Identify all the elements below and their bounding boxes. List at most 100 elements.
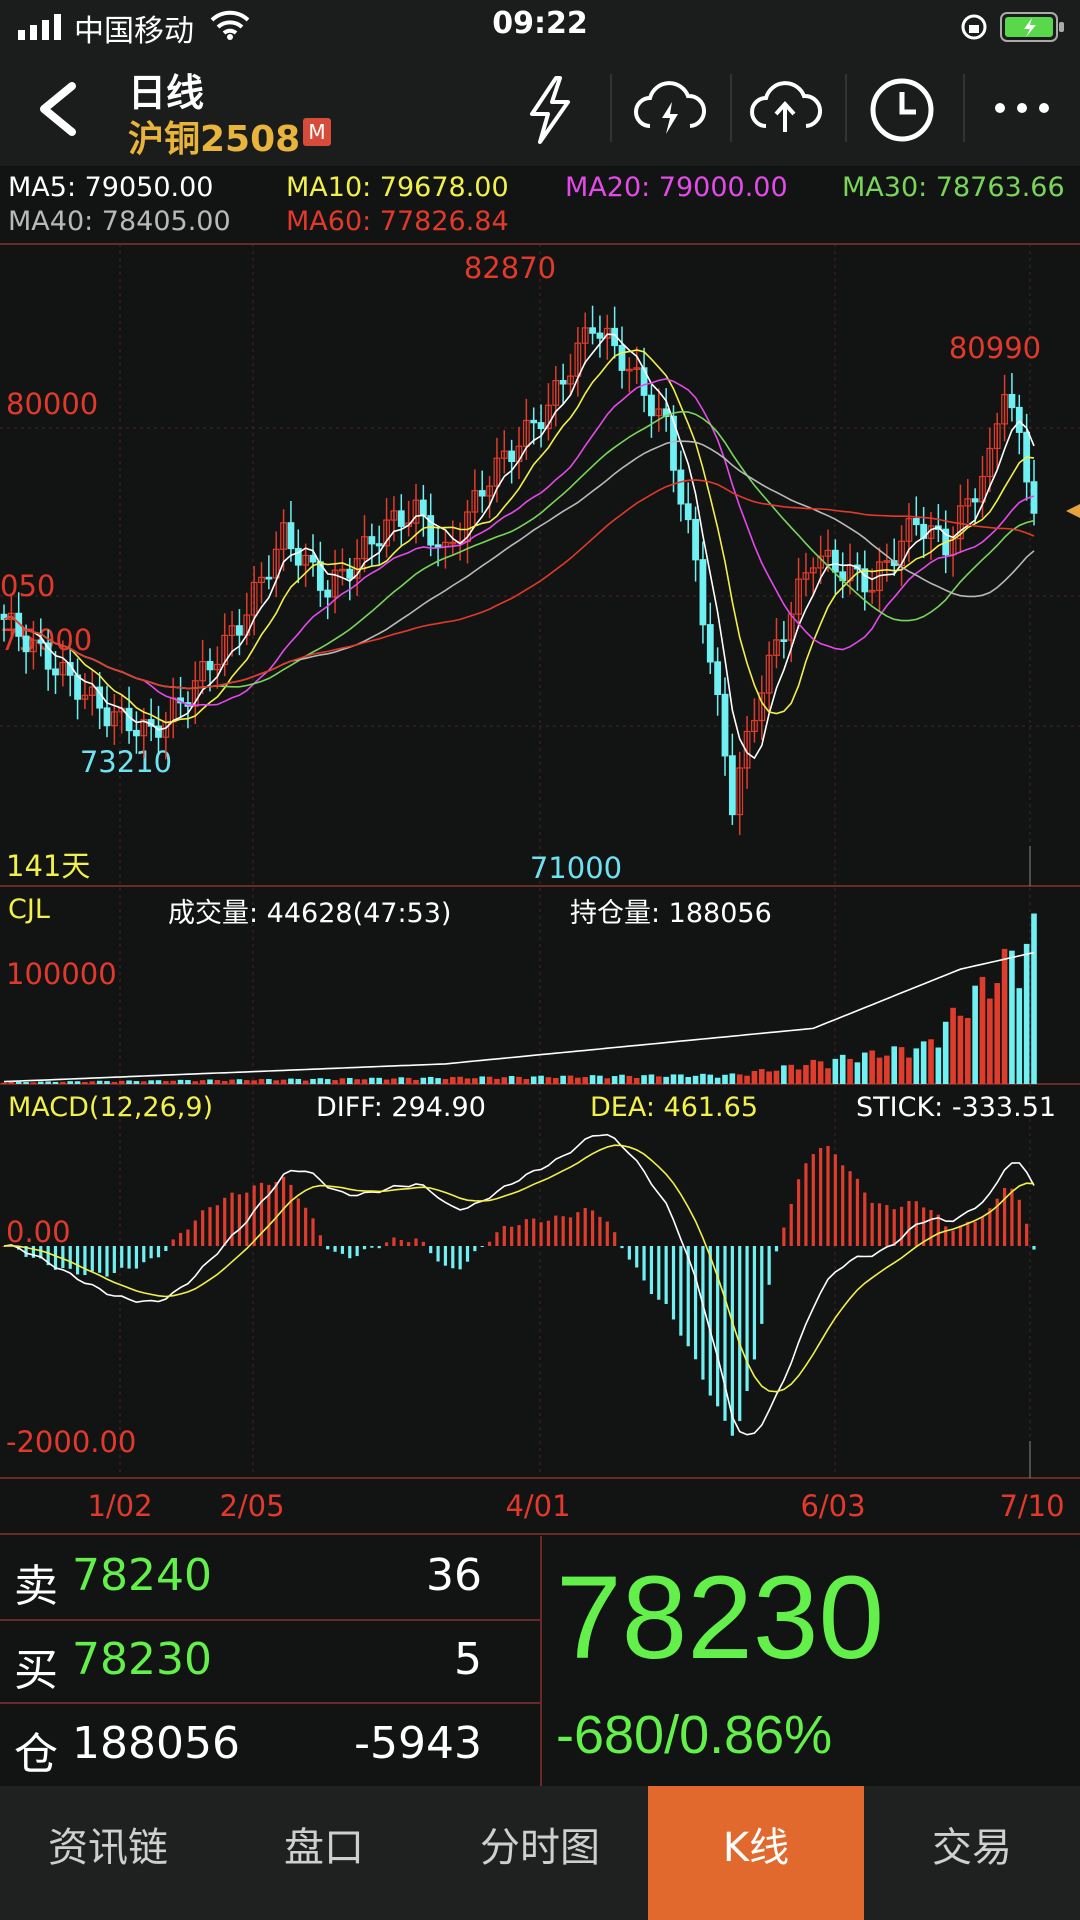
candle bbox=[831, 549, 839, 573]
y-axis-77050: 050 bbox=[0, 569, 55, 603]
macd-bar bbox=[892, 1209, 896, 1246]
macd-bar bbox=[980, 1216, 985, 1246]
macd-bar bbox=[958, 1225, 963, 1246]
macd-bar bbox=[75, 1246, 80, 1275]
volume-bar bbox=[339, 1078, 346, 1084]
volume-bar bbox=[413, 1079, 419, 1084]
macd-indicator-name[interactable]: MACD(12,26,9) bbox=[8, 1092, 213, 1123]
volume-bar bbox=[479, 1076, 486, 1084]
volume-bar bbox=[376, 1077, 383, 1084]
volume-bar bbox=[383, 1079, 390, 1084]
volume-bar bbox=[825, 1068, 831, 1084]
volume-bar bbox=[604, 1078, 611, 1084]
divider bbox=[0, 1702, 540, 1704]
macd-bar bbox=[193, 1220, 197, 1246]
macd-bar bbox=[377, 1246, 381, 1249]
macd-bar bbox=[186, 1229, 190, 1246]
sell-price[interactable]: 78240 bbox=[72, 1550, 212, 1601]
macd-bar bbox=[274, 1181, 278, 1246]
macd-bar bbox=[870, 1202, 874, 1246]
open-interest-change: -5943 bbox=[354, 1718, 482, 1769]
kline-chart[interactable]: 82870 80990 73210 71000 80000 050 75000 … bbox=[0, 166, 1080, 1536]
macd-bar bbox=[414, 1238, 418, 1246]
candle bbox=[559, 379, 567, 385]
cloud-lightning-icon[interactable] bbox=[632, 76, 706, 142]
macd-bar bbox=[811, 1154, 815, 1246]
macd-bar bbox=[841, 1165, 845, 1246]
tab-order-book[interactable]: 盘口 bbox=[216, 1786, 432, 1920]
candle bbox=[419, 499, 427, 517]
candle bbox=[618, 344, 626, 371]
volume-bar bbox=[420, 1077, 427, 1084]
macd-bar bbox=[480, 1246, 484, 1247]
macd-bar bbox=[142, 1246, 146, 1263]
macd-bar bbox=[877, 1203, 882, 1246]
volume-bar bbox=[538, 1075, 544, 1084]
clock-icon[interactable] bbox=[868, 76, 936, 144]
macd-bar bbox=[738, 1246, 742, 1422]
macd-bar bbox=[61, 1246, 65, 1268]
volume-indicator-name[interactable]: CJL bbox=[8, 894, 50, 925]
volume-bar bbox=[736, 1074, 743, 1084]
more-icon[interactable] bbox=[990, 98, 1054, 118]
macd-bar bbox=[252, 1185, 256, 1246]
contract-name[interactable]: 沪铜2508 bbox=[128, 110, 300, 162]
volume-bar bbox=[773, 1070, 780, 1084]
macd-bar bbox=[215, 1205, 219, 1246]
macd-bar bbox=[583, 1208, 587, 1246]
macd-bar bbox=[554, 1215, 558, 1246]
volume-bar bbox=[781, 1065, 787, 1084]
tab-trade[interactable]: 交易 bbox=[864, 1786, 1080, 1920]
macd-bar bbox=[767, 1246, 771, 1285]
tab-intraday[interactable]: 分时图 bbox=[432, 1786, 648, 1920]
tab-news-chain[interactable]: 资讯链 bbox=[0, 1786, 216, 1920]
volume-bar bbox=[545, 1077, 552, 1084]
volume-bar bbox=[361, 1079, 368, 1084]
volume-bar bbox=[898, 1047, 905, 1084]
macd-bar bbox=[774, 1246, 779, 1252]
macd-bar bbox=[83, 1246, 87, 1276]
macd-bar bbox=[333, 1246, 337, 1252]
macd-bar bbox=[120, 1246, 124, 1268]
macd-bar bbox=[399, 1240, 403, 1246]
macd-bar bbox=[789, 1203, 793, 1246]
ma5-line bbox=[3, 333, 1035, 760]
volume-bar bbox=[23, 1082, 29, 1084]
macd-bar bbox=[281, 1176, 286, 1246]
volume-bar bbox=[1009, 950, 1015, 1084]
candle bbox=[728, 755, 736, 816]
cloud-upload-icon[interactable] bbox=[748, 76, 822, 142]
volume-bar bbox=[111, 1081, 118, 1084]
macd-bar bbox=[296, 1198, 300, 1246]
volume-bar bbox=[751, 1070, 758, 1084]
volume-bar bbox=[597, 1075, 603, 1084]
macd-bar bbox=[855, 1178, 860, 1246]
macd-bar bbox=[487, 1241, 492, 1246]
candle bbox=[780, 639, 788, 643]
candle bbox=[699, 559, 707, 626]
candle bbox=[648, 394, 655, 417]
macd-bar bbox=[701, 1246, 705, 1380]
back-icon[interactable] bbox=[32, 80, 82, 138]
lightning-icon[interactable] bbox=[520, 74, 580, 146]
volume-bar bbox=[942, 1021, 949, 1084]
volume-bar bbox=[177, 1079, 184, 1084]
macd-bar bbox=[966, 1221, 970, 1246]
macd-bar bbox=[90, 1246, 94, 1272]
macd-bar bbox=[752, 1246, 757, 1360]
volume-bar bbox=[744, 1075, 750, 1084]
candle bbox=[714, 661, 722, 695]
candle bbox=[74, 674, 81, 700]
volume-bar bbox=[405, 1077, 412, 1084]
volume-bar bbox=[795, 1069, 802, 1084]
volume-bar bbox=[1031, 913, 1037, 1084]
macd-bar bbox=[988, 1208, 992, 1246]
buy-price[interactable]: 78230 bbox=[72, 1634, 212, 1685]
volume-bar bbox=[817, 1061, 824, 1084]
volume-bar bbox=[1, 1082, 7, 1084]
volume-bar bbox=[192, 1081, 199, 1084]
volume-bar bbox=[663, 1076, 669, 1084]
volume-bar bbox=[1023, 943, 1030, 1084]
tab-kline[interactable]: K线 bbox=[648, 1786, 864, 1920]
volume-bar bbox=[185, 1080, 191, 1084]
